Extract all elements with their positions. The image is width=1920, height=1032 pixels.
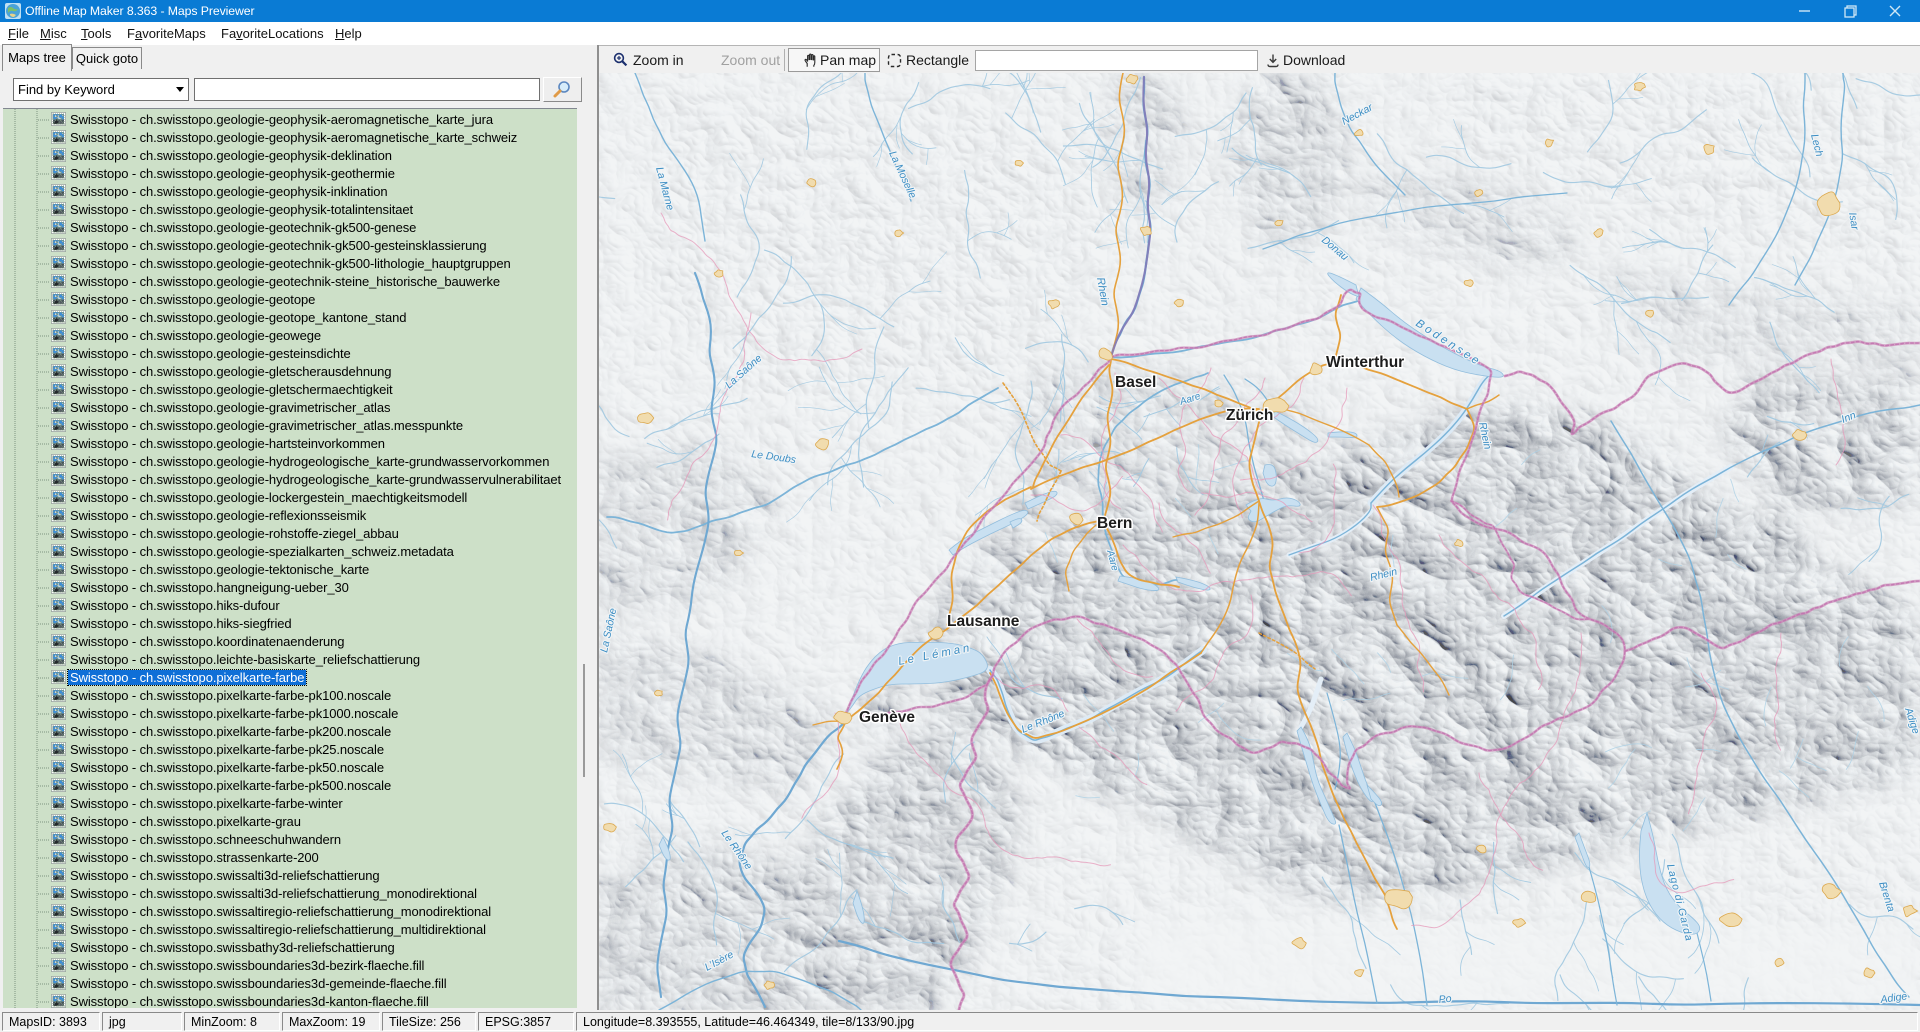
- svg-text:Zürich: Zürich: [1226, 407, 1273, 424]
- svg-text:Po: Po: [1438, 993, 1452, 1006]
- svg-text:Bern: Bern: [1097, 515, 1132, 532]
- svg-text:Winterthur: Winterthur: [1326, 354, 1404, 371]
- svg-text:Lausanne: Lausanne: [947, 613, 1020, 630]
- svg-text:Genève: Genève: [859, 709, 915, 726]
- svg-text:Basel: Basel: [1115, 374, 1156, 391]
